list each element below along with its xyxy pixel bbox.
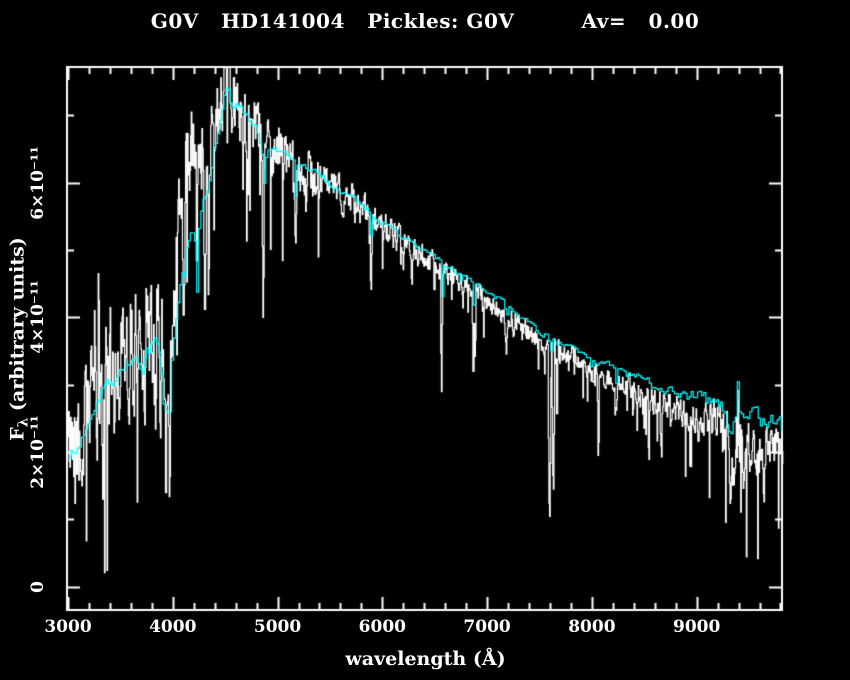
x-axis-label: wavelength (Å) — [345, 648, 505, 670]
y-tick-label: 0 — [28, 581, 48, 593]
chart-title: G0V HD141004 Pickles: G0V Av= 0.00 — [151, 9, 700, 33]
x-tick-label: 8000 — [568, 617, 615, 637]
spectrum-plot-window: G0V HD141004 Pickles: G0V Av= 0.00 3000 4… — [0, 0, 850, 680]
x-tick-label: 3000 — [44, 617, 91, 637]
y-axis-label: Fλ (arbitrary units) — [7, 237, 32, 441]
x-tick-label: 4000 — [149, 617, 196, 637]
spectrum-chart-canvas — [0, 0, 850, 680]
x-tick-label: 5000 — [254, 617, 301, 637]
x-tick-label: 7000 — [463, 617, 510, 637]
y-axis-label-units: (arbitrary units) — [7, 237, 29, 418]
x-tick-label: 6000 — [359, 617, 406, 637]
y-tick-label: 6×10⁻¹¹ — [28, 146, 48, 220]
y-axis-label-symbol: F — [7, 427, 29, 441]
x-tick-label: 9000 — [673, 617, 720, 637]
y-axis-label-subscript: λ — [15, 417, 31, 427]
